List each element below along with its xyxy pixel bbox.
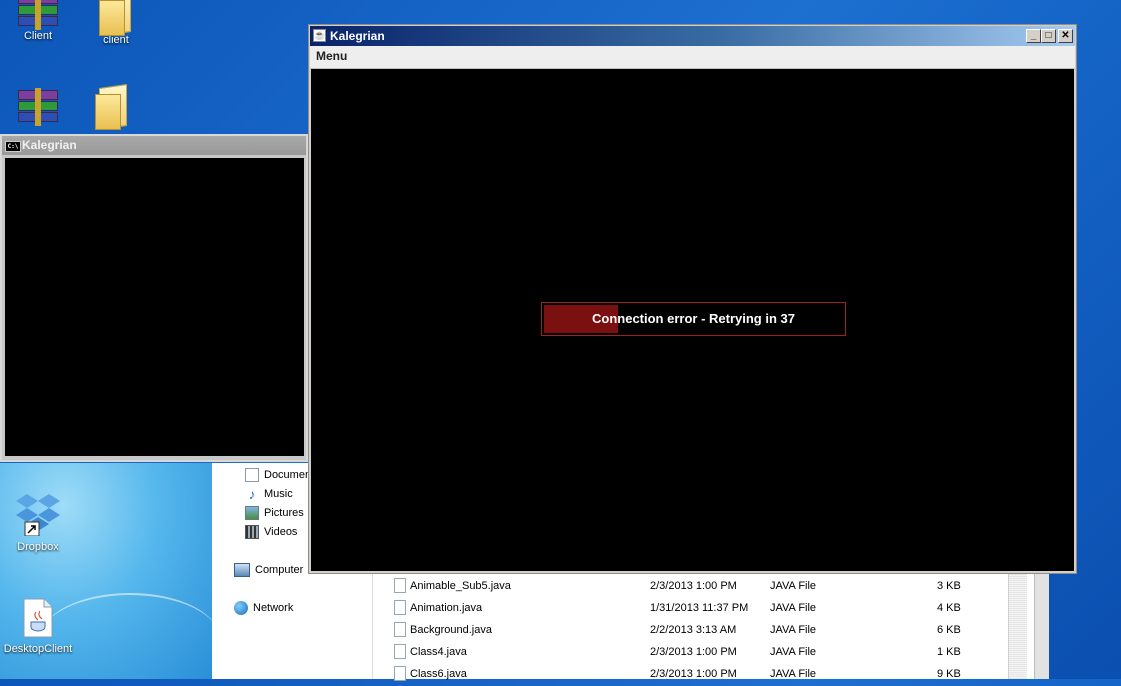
maximize-button[interactable]: □ bbox=[1041, 29, 1056, 43]
java-file-icon bbox=[394, 622, 406, 637]
connection-status-text: Connection error - Retrying in 37 bbox=[592, 311, 795, 326]
dropbox-shortcut-icon bbox=[16, 494, 60, 537]
folder-icon bbox=[95, 86, 129, 130]
desktop-icon-label: DesktopClient bbox=[3, 643, 73, 655]
nav-item-music[interactable]: ♪ Music bbox=[245, 487, 293, 501]
file-size: 6 KB bbox=[937, 624, 961, 636]
file-type: JAVA File bbox=[770, 668, 817, 680]
game-window-title: Kalegrian bbox=[330, 29, 385, 43]
file-size: 9 KB bbox=[937, 668, 961, 680]
file-row[interactable]: Background.java 2/2/2013 3:13 AM JAVA Fi… bbox=[372, 620, 992, 642]
game-client-window: ☕ Kalegrian _ □ ✕ Menu Connection error … bbox=[308, 24, 1077, 574]
file-date: 2/3/2013 1:00 PM bbox=[650, 646, 737, 658]
documents-icon bbox=[245, 468, 259, 482]
file-row[interactable]: Animable_Sub5.java 2/3/2013 1:00 PM JAVA… bbox=[372, 576, 992, 598]
desktop-icon-label: Dropbox bbox=[17, 541, 59, 553]
nav-item-computer[interactable]: Computer bbox=[234, 563, 303, 577]
videos-icon bbox=[245, 525, 259, 539]
nav-item-label: Computer bbox=[255, 564, 304, 576]
desktop-icon-folder-2[interactable] bbox=[76, 86, 148, 130]
console-output[interactable] bbox=[5, 158, 304, 456]
file-size: 4 KB bbox=[937, 602, 961, 614]
game-title-bar[interactable]: ☕ Kalegrian _ □ ✕ bbox=[310, 26, 1075, 46]
console-title-bar[interactable]: C:\ Kalegrian bbox=[2, 136, 306, 155]
connection-progress-bar: Connection error - Retrying in 37 bbox=[541, 302, 846, 336]
file-name: Class4.java bbox=[410, 646, 467, 658]
desktop-icon-client-folder[interactable]: client bbox=[80, 0, 152, 46]
file-row[interactable]: Class4.java 2/3/2013 1:00 PM JAVA File 1… bbox=[372, 642, 992, 664]
menu-button[interactable]: Menu bbox=[316, 49, 347, 63]
nav-item-label: Network bbox=[253, 602, 294, 614]
music-icon: ♪ bbox=[248, 486, 256, 502]
network-icon bbox=[234, 601, 248, 615]
console-window: C:\ Kalegrian bbox=[0, 134, 308, 462]
desktop-icon-label: Client bbox=[23, 30, 53, 42]
file-name: Animation.java bbox=[410, 602, 483, 614]
console-title: Kalegrian bbox=[22, 138, 77, 152]
nav-item-label: Music bbox=[264, 488, 293, 500]
close-button[interactable]: ✕ bbox=[1058, 29, 1073, 43]
file-date: 2/3/2013 1:00 PM bbox=[650, 668, 737, 680]
file-date: 2/2/2013 3:13 AM bbox=[650, 624, 737, 636]
winrar-archive-icon bbox=[18, 88, 58, 126]
nav-item-videos[interactable]: Videos bbox=[245, 525, 297, 539]
java-file-icon bbox=[394, 600, 406, 615]
file-date: 1/31/2013 11:37 PM bbox=[650, 602, 749, 614]
nav-item-label: Pictures bbox=[264, 507, 304, 519]
file-name: Animable_Sub5.java bbox=[410, 580, 511, 592]
file-name: Class6.java bbox=[410, 668, 467, 680]
file-type: JAVA File bbox=[770, 646, 817, 658]
nav-item-label: Videos bbox=[264, 526, 298, 538]
window-controls: _ □ ✕ bbox=[1026, 29, 1073, 43]
file-type: JAVA File bbox=[770, 602, 817, 614]
minimize-button[interactable]: _ bbox=[1026, 29, 1041, 43]
file-size: 3 KB bbox=[937, 580, 961, 592]
file-name: Background.java bbox=[410, 624, 492, 636]
java-app-icon: ☕ bbox=[313, 29, 326, 42]
desktop-icon-archive-2[interactable] bbox=[2, 88, 74, 126]
file-row[interactable]: Class6.java 2/3/2013 1:00 PM JAVA File 9… bbox=[372, 664, 992, 686]
desktop-icon-desktopclient[interactable]: DesktopClient bbox=[2, 598, 74, 655]
file-type: JAVA File bbox=[770, 580, 817, 592]
folder-icon bbox=[99, 0, 133, 36]
game-menu-bar: Menu bbox=[310, 46, 1075, 69]
desktop-icon-dropbox[interactable]: Dropbox bbox=[2, 492, 74, 553]
java-file-icon bbox=[394, 644, 406, 659]
jar-file-icon bbox=[23, 598, 53, 638]
java-file-icon bbox=[394, 578, 406, 593]
console-icon: C:\ bbox=[5, 141, 21, 152]
desktop-icon-client-archive[interactable]: Client bbox=[2, 0, 74, 42]
file-list-scrollbar[interactable] bbox=[1008, 573, 1027, 679]
nav-item-network[interactable]: Network bbox=[234, 601, 293, 615]
game-canvas[interactable]: Connection error - Retrying in 37 bbox=[311, 69, 1074, 571]
computer-icon bbox=[234, 563, 250, 577]
winrar-archive-icon bbox=[18, 0, 58, 30]
file-row[interactable]: Animation.java 1/31/2013 11:37 PM JAVA F… bbox=[372, 598, 992, 620]
nav-item-pictures[interactable]: Pictures bbox=[245, 506, 304, 520]
file-date: 2/3/2013 1:00 PM bbox=[650, 580, 737, 592]
file-size: 1 KB bbox=[937, 646, 961, 658]
pictures-icon bbox=[245, 506, 259, 520]
file-type: JAVA File bbox=[770, 624, 817, 636]
